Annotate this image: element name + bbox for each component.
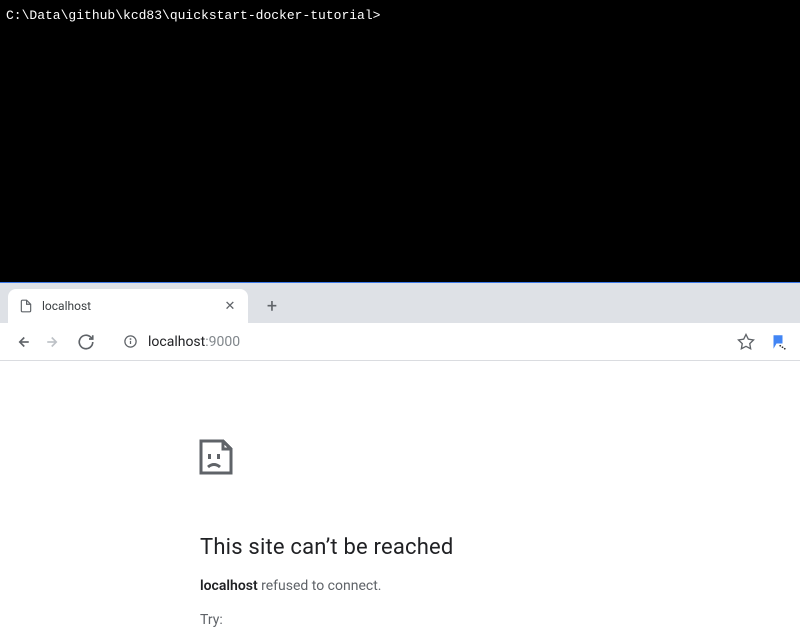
url-port: :9000	[205, 334, 240, 350]
forward-button[interactable]	[40, 328, 68, 356]
error-refused: refused to connect.	[258, 578, 382, 594]
new-tab-button[interactable]: +	[258, 292, 286, 320]
terminal-window[interactable]: C:\Data\github\kcd83\quickstart-docker-t…	[0, 0, 800, 282]
url-host: localhost	[148, 334, 205, 350]
back-button[interactable]	[8, 328, 36, 356]
file-icon	[18, 298, 34, 314]
error-message: localhost refused to connect.	[200, 578, 800, 594]
reload-button[interactable]	[72, 328, 100, 356]
tab-title: localhost	[42, 299, 222, 313]
browser-window: localhost ✕ +	[0, 282, 800, 600]
sad-page-icon	[198, 439, 270, 511]
extension-icon[interactable]	[768, 332, 788, 352]
error-page: This site can’t be reached localhost ref…	[0, 361, 800, 628]
browser-toolbar: localhost:9000	[0, 323, 800, 361]
error-host: localhost	[200, 578, 258, 594]
tab-strip: localhost ✕ +	[0, 283, 800, 323]
error-try-label: Try:	[200, 612, 800, 628]
close-icon[interactable]: ✕	[222, 298, 238, 314]
info-icon[interactable]	[122, 334, 138, 350]
terminal-prompt: C:\Data\github\kcd83\quickstart-docker-t…	[6, 8, 380, 23]
error-title: This site can’t be reached	[200, 535, 800, 560]
address-bar[interactable]: localhost:9000	[122, 328, 720, 356]
bookmark-button[interactable]	[732, 328, 760, 356]
browser-tab[interactable]: localhost ✕	[8, 289, 248, 323]
